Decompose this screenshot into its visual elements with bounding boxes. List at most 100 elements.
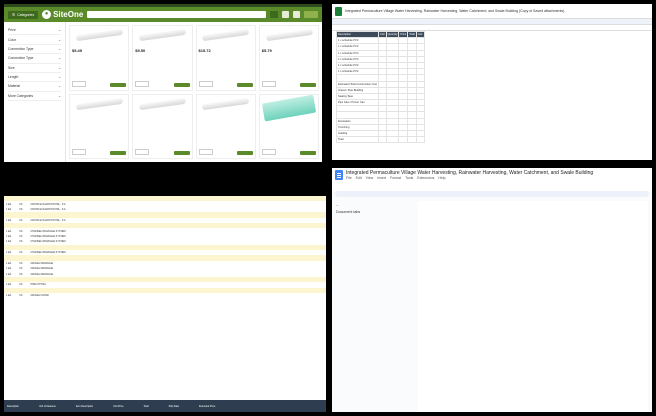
menu-item[interactable]: Format — [390, 176, 401, 180]
product-name[interactable] — [133, 111, 191, 117]
menu-item[interactable]: Extensions — [417, 176, 434, 180]
filter-item[interactable]: Connection Type ⌄ — [8, 54, 61, 64]
search-input[interactable] — [87, 11, 266, 18]
pipe-image — [138, 28, 186, 42]
product-name[interactable] — [197, 111, 255, 117]
product-card[interactable]: $5.49 — [69, 25, 130, 91]
product-card[interactable] — [195, 93, 256, 159]
product-card[interactable]: $15.72 — [195, 25, 256, 91]
filter-label: Material — [8, 84, 21, 89]
report-cell: CS — [19, 283, 23, 287]
menu-item[interactable]: View — [366, 176, 374, 180]
doc-page[interactable] — [418, 201, 648, 412]
categories-label: Categories — [17, 12, 35, 17]
report-cell: CHANNEL DRAINAGE SYSTEM — [30, 234, 66, 238]
report-cell: CS — [19, 294, 23, 298]
table-cell[interactable] — [398, 136, 409, 144]
add-to-cart-button[interactable] — [110, 82, 127, 87]
pipe-image — [202, 97, 250, 110]
table-cell[interactable] — [407, 136, 417, 144]
product-card[interactable] — [258, 93, 319, 159]
filter-item[interactable]: More Categories ⌄ — [8, 92, 61, 101]
table-row: Total — [335, 136, 425, 144]
report-footer: Description Unit of Measure Item Descripti… — [4, 400, 326, 412]
spreadsheet-window: Integrated Permaculture Village Water Ha… — [332, 4, 652, 160]
report-cell: CS — [19, 272, 23, 276]
product-image[interactable] — [133, 95, 191, 111]
site-logo[interactable]: ● SiteOne — [42, 10, 83, 19]
filter-item[interactable]: Connection Type ⌄ — [8, 45, 61, 55]
back-arrow-icon[interactable]: ← — [336, 203, 400, 207]
table-cell[interactable] — [415, 136, 425, 144]
sheets-logo-icon[interactable] — [335, 6, 342, 16]
product-image[interactable] — [197, 26, 255, 42]
filter-item[interactable]: Length ⌄ — [8, 73, 61, 83]
menu-item[interactable]: File — [346, 176, 352, 180]
product-card[interactable] — [132, 93, 193, 159]
categories-button[interactable]: ☰ Categories — [8, 10, 39, 19]
report-cell: 1 EA — [6, 251, 12, 255]
add-to-cart-button[interactable] — [300, 151, 316, 155]
cart-button[interactable] — [304, 11, 318, 18]
product-name[interactable] — [70, 111, 128, 117]
product-price: $5.79 — [261, 48, 272, 53]
product-image[interactable] — [70, 26, 128, 42]
quantity-input[interactable] — [72, 80, 86, 87]
filter-item[interactable]: Price ⌄ — [8, 26, 61, 36]
report-cell: 1 EA — [6, 261, 12, 265]
product-image[interactable] — [70, 95, 128, 111]
product-image[interactable] — [260, 26, 318, 42]
pipe-image — [75, 97, 123, 110]
table-cell[interactable]: Total — [335, 136, 380, 144]
add-to-cart-button[interactable] — [300, 82, 316, 87]
quantity-input[interactable] — [135, 149, 150, 155]
logo-mark-icon: ● — [42, 10, 52, 19]
quantity-input[interactable] — [198, 149, 213, 155]
product-image[interactable] — [133, 26, 191, 42]
product-card[interactable]: $5.79 — [258, 25, 319, 91]
quantity-input[interactable] — [135, 80, 150, 87]
report-cell: 1 EA — [6, 272, 12, 276]
report-cell: CS — [19, 234, 23, 238]
table-cell[interactable] — [385, 136, 400, 144]
product-price: $9.50 — [135, 48, 146, 53]
menu-item[interactable]: Help — [438, 176, 445, 180]
filter-item[interactable]: Color ⌄ — [8, 35, 61, 45]
sheet-grid[interactable]: Description Unit Quantity Price Total Link 1 x… — [335, 30, 425, 144]
filter-item[interactable]: Size ⌄ — [8, 64, 61, 73]
account-icon[interactable] — [282, 11, 289, 18]
add-to-cart-button[interactable] — [173, 151, 190, 155]
filter-label: Size — [8, 65, 15, 70]
chevron-down-icon: ⌄ — [58, 75, 61, 80]
product-image[interactable] — [197, 95, 255, 111]
add-to-cart-button[interactable] — [236, 82, 253, 87]
quantity-input[interactable] — [198, 80, 213, 87]
menu-item[interactable]: Insert — [377, 176, 386, 180]
add-to-cart-button[interactable] — [236, 151, 253, 155]
quantity-input[interactable] — [72, 149, 86, 155]
pipe-image — [261, 94, 317, 121]
product-card[interactable]: $9.50 — [132, 25, 193, 91]
product-grid: $5.49 $9.50 $15.72 $5.79 — [66, 22, 322, 162]
product-image[interactable] — [260, 94, 318, 121]
docs-logo-icon[interactable] — [335, 170, 343, 180]
report-cell: CS — [19, 229, 23, 233]
add-to-cart-button[interactable] — [110, 151, 127, 155]
product-card[interactable] — [69, 93, 130, 159]
filter-item[interactable]: Material ⌄ — [8, 82, 61, 92]
report-cell: CHANNEL DRAINAGE SYSTEM — [30, 229, 66, 233]
chevron-down-icon: ⌄ — [58, 46, 61, 51]
menu-item[interactable]: Tools — [405, 176, 413, 180]
menu-item[interactable]: Edit — [356, 176, 362, 180]
table-cell[interactable] — [378, 136, 387, 144]
siteone-store-window: ☰ Categories ● SiteOne Price ⌄ Color ⌄ Conne… — [4, 4, 322, 162]
document-tab[interactable] — [336, 295, 400, 299]
search-button[interactable] — [270, 11, 278, 18]
footer-column: Ship Date — [168, 404, 180, 408]
quantity-input[interactable] — [261, 149, 276, 155]
list-icon[interactable] — [293, 11, 300, 18]
quantity-input[interactable] — [261, 80, 276, 87]
sheet-title[interactable]: Integrated Permaculture Village Water Ha… — [345, 9, 564, 13]
report-cell: CHANNEL DRAINAGE SYSTEM — [30, 251, 66, 255]
add-to-cart-button[interactable] — [173, 82, 190, 87]
